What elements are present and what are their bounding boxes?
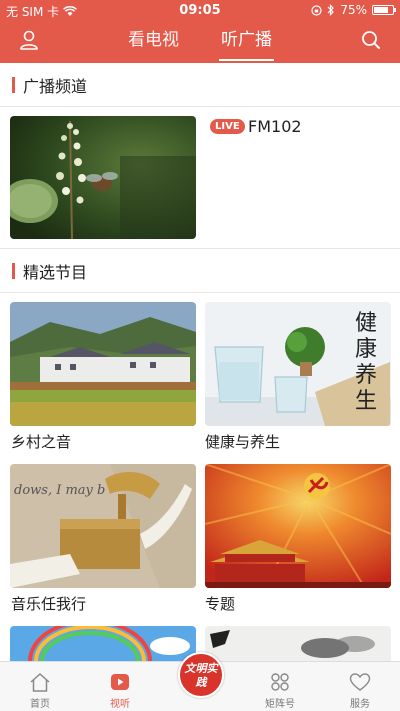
- program-title[interactable]: 音乐任我行: [11, 593, 86, 614]
- play-icon: [111, 674, 129, 690]
- tab-service[interactable]: 服务: [320, 662, 400, 711]
- heart-icon: [349, 673, 371, 691]
- search-icon[interactable]: [359, 28, 383, 52]
- channel-thumbnail[interactable]: [10, 116, 196, 239]
- tab-media[interactable]: 视听: [80, 662, 160, 711]
- health-image: 健 康 养 生: [205, 302, 391, 426]
- divider: [0, 106, 400, 107]
- section-header-featured: 精选节目: [0, 249, 400, 293]
- program-title[interactable]: 专题: [205, 593, 235, 614]
- section-accent-bar: [12, 263, 15, 279]
- home-icon: [30, 673, 50, 692]
- music-box-image: dows, I may b: [10, 464, 196, 588]
- section-header-channels: 广播频道: [0, 63, 400, 107]
- tab-label: 服务: [350, 699, 370, 710]
- health-char: 养: [355, 363, 377, 388]
- health-char: 康: [355, 337, 377, 362]
- ink-painting-image: [205, 626, 391, 661]
- top-nav: 看电视 听广播: [0, 20, 400, 63]
- tab-home[interactable]: 首页: [0, 662, 80, 711]
- rotation-lock-icon: [311, 4, 322, 16]
- program-thumbnail-health[interactable]: 健 康 养 生: [205, 302, 391, 426]
- channel-name[interactable]: FM102: [248, 117, 302, 136]
- tiananmen-image: [205, 464, 391, 588]
- health-char: 健: [355, 311, 377, 336]
- section-title-featured: 精选节目: [23, 263, 88, 282]
- grid-icon: [271, 673, 289, 691]
- program-thumbnail-special[interactable]: [205, 464, 391, 588]
- health-char: 生: [355, 389, 377, 414]
- civilization-practice-button[interactable]: 文明实践: [178, 652, 224, 698]
- section-accent-bar: [12, 77, 15, 93]
- battery-icon: [372, 5, 396, 15]
- program-thumbnail-partial[interactable]: [205, 626, 391, 661]
- section-title-channels: 广播频道: [23, 77, 88, 96]
- program-thumbnail-village[interactable]: [10, 302, 196, 426]
- tab-matrix[interactable]: 矩阵号: [240, 662, 320, 711]
- live-badge: LIVE: [210, 119, 245, 134]
- rainbow-image: [10, 626, 196, 661]
- flower-bee-image: [10, 116, 196, 239]
- tab-label: 矩阵号: [265, 699, 295, 710]
- program-title[interactable]: 健康与养生: [205, 431, 280, 452]
- status-bar: 无 SIM 卡 09:05 75%: [0, 0, 400, 20]
- program-thumbnail-partial[interactable]: [10, 626, 196, 661]
- tab-label: 首页: [30, 699, 50, 710]
- village-image: [10, 302, 196, 426]
- tab-label: 视听: [110, 699, 130, 710]
- tab-tv[interactable]: 看电视: [122, 20, 185, 63]
- divider: [0, 292, 400, 293]
- media-tabs: 看电视 听广播: [0, 20, 400, 63]
- program-thumbnail-music[interactable]: dows, I may b: [10, 464, 196, 588]
- battery-percent: 75%: [340, 3, 367, 17]
- music-text: dows, I may b: [14, 483, 105, 498]
- app-header: 无 SIM 卡 09:05 75% 看电视 听广播: [0, 0, 400, 63]
- program-title[interactable]: 乡村之音: [11, 431, 71, 452]
- bluetooth-icon: [327, 4, 335, 16]
- tab-radio[interactable]: 听广播: [215, 20, 278, 63]
